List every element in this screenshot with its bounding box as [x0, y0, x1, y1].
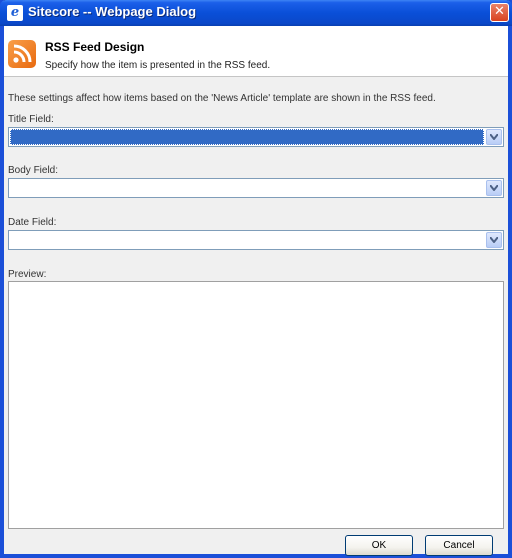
rss-feed-icon — [8, 40, 36, 68]
body-field-select[interactable] — [8, 178, 504, 198]
chevron-down-icon[interactable] — [486, 232, 502, 248]
title-field-label: Title Field: — [8, 114, 54, 125]
close-button[interactable]: ✕ — [490, 3, 509, 22]
preview-pane[interactable] — [8, 281, 504, 529]
chevron-down-icon[interactable] — [486, 129, 502, 145]
dialog-header: RSS Feed Design Specify how the item is … — [4, 26, 508, 77]
title-bar[interactable]: e Sitecore -- Webpage Dialog ✕ — [0, 0, 512, 26]
body-field-label: Body Field: — [8, 165, 59, 176]
window-title: Sitecore -- Webpage Dialog — [28, 4, 197, 19]
title-field-select[interactable] — [8, 127, 504, 147]
dialog-subheading: Specify how the item is presented in the… — [45, 60, 271, 71]
dialog-client: RSS Feed Design Specify how the item is … — [4, 26, 508, 556]
title-field-selection — [10, 129, 484, 145]
dialog-heading: RSS Feed Design — [45, 40, 145, 54]
settings-panel: These settings affect how items based on… — [4, 77, 508, 556]
date-field-label: Date Field: — [8, 217, 57, 228]
info-text: These settings affect how items based on… — [8, 93, 436, 104]
date-field-select[interactable] — [8, 230, 504, 250]
preview-label: Preview: — [8, 269, 47, 280]
ok-button[interactable]: OK — [345, 535, 413, 556]
chevron-down-icon[interactable] — [486, 180, 502, 196]
dialog-window: e Sitecore -- Webpage Dialog ✕ RSS Feed … — [0, 0, 512, 558]
ie-icon: e — [7, 5, 23, 21]
cancel-button[interactable]: Cancel — [425, 535, 493, 556]
